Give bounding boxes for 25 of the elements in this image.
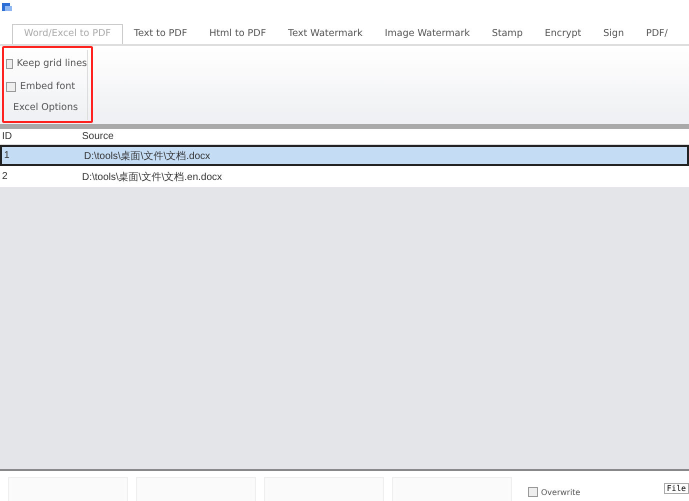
tab[interactable]: Text to PDF (122, 28, 198, 44)
tab[interactable]: Sign (592, 28, 635, 44)
checkbox[interactable] (528, 487, 538, 497)
option-label: Embed font (20, 81, 76, 92)
tab[interactable]: Encrypt (534, 28, 592, 44)
tab[interactable]: PDF/ (635, 28, 679, 44)
file-button[interactable]: File (664, 483, 689, 494)
app-icon (2, 2, 12, 12)
tab[interactable]: Stamp (480, 28, 534, 44)
table-row[interactable]: 1 D:\tools\桌面\文件\文档.docx (0, 145, 689, 166)
table-cell-text: 1 (3, 150, 11, 161)
tab[interactable]: Text Watermark (277, 28, 374, 44)
column-header: ID (1, 131, 13, 142)
table-cell-text: 2 (1, 171, 9, 182)
option-label: Keep grid lines (16, 58, 87, 69)
table-cell-text: D:\tools\桌面\文件\文档.docx (84, 150, 210, 162)
tab[interactable]: Html to PDF (198, 28, 278, 44)
checkbox[interactable] (6, 58, 13, 68)
column-header: Source (82, 131, 114, 142)
group-title: Excel Options (12, 102, 79, 113)
checkbox[interactable] (6, 82, 16, 92)
table-row[interactable]: 2 D:\tools\桌面\文件\文档.en.docx (0, 166, 689, 187)
tab[interactable]: Image Watermark (374, 28, 481, 44)
table-cell-text: D:\tools\桌面\文件\文档.en.docx (82, 170, 222, 184)
checkbox-label: Overwrite (541, 488, 580, 496)
